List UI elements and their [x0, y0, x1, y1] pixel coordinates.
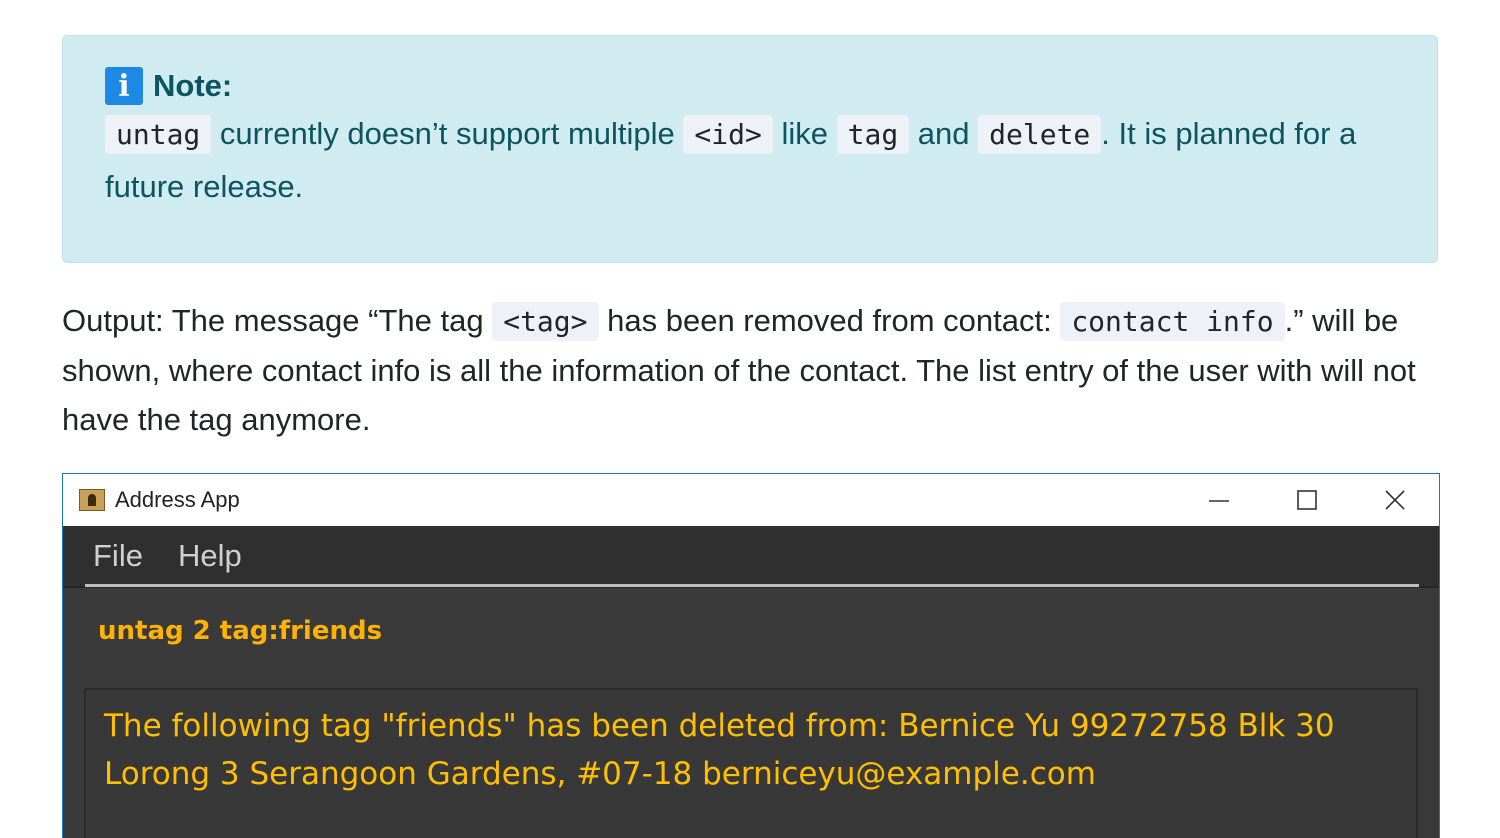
output-text: Output: The message “The tag — [62, 303, 493, 338]
command-underline — [85, 584, 1419, 587]
note-text: currently doesn’t support multiple — [211, 116, 684, 151]
command-box[interactable]: untag 2 tag:friends — [63, 588, 1439, 666]
note-title: Note: — [153, 68, 233, 103]
result-text: The following tag "friends" has been del… — [104, 708, 1335, 792]
note-callout: i Note: untag currently doesn’t support … — [62, 35, 1438, 263]
note-text: like — [772, 116, 837, 151]
maximize-icon — [1297, 490, 1317, 510]
app-icon — [79, 489, 105, 511]
close-button[interactable] — [1351, 474, 1439, 526]
note-text: and — [909, 116, 979, 151]
menu-bar: File Help — [63, 526, 1439, 588]
info-icon: i — [105, 67, 143, 105]
app-window-screenshot: Address App File Help untag 2 tag:friend… — [62, 473, 1440, 838]
code-tag: tag — [836, 115, 910, 154]
window-controls — [1175, 474, 1439, 526]
code-delete: delete — [978, 115, 1102, 154]
output-text: has been removed from contact: — [598, 303, 1061, 338]
result-display: The following tag "friends" has been del… — [84, 688, 1418, 838]
output-paragraph: Output: The message “The tag <tag> has b… — [62, 296, 1442, 444]
page: i Note: untag currently doesn’t support … — [0, 0, 1500, 838]
window-titlebar: Address App — [63, 474, 1439, 526]
maximize-button[interactable] — [1263, 474, 1351, 526]
menu-file[interactable]: File — [93, 538, 143, 574]
code-id: <id> — [683, 115, 773, 154]
code-untag: untag — [105, 115, 212, 154]
note-header: i Note: — [105, 66, 1397, 106]
command-input[interactable]: untag 2 tag:friends — [98, 616, 382, 646]
menu-help[interactable]: Help — [178, 538, 242, 574]
window-title: Address App — [115, 487, 240, 512]
minimize-icon — [1209, 500, 1229, 502]
code-contact-info: contact info — [1060, 302, 1285, 341]
close-icon — [1385, 490, 1405, 510]
minimize-button[interactable] — [1175, 474, 1263, 526]
note-body: untag currently doesn’t support multiple… — [105, 108, 1397, 213]
code-tag-placeholder: <tag> — [492, 302, 599, 341]
